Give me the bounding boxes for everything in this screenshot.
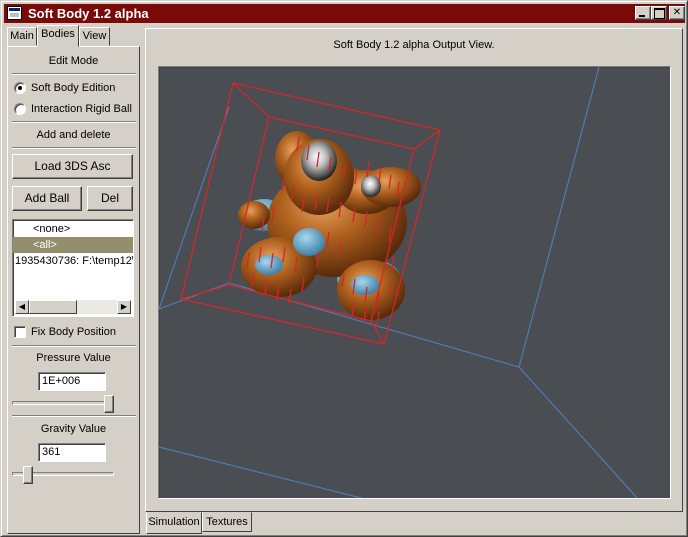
scroll-left-icon[interactable]: ◀ xyxy=(15,300,29,314)
divider xyxy=(12,147,136,149)
bodies-panel: Edit Mode Soft Body Edition Interaction … xyxy=(7,46,140,534)
pressure-label: Pressure Value xyxy=(36,352,111,364)
checkbox[interactable] xyxy=(14,326,26,338)
add-ball-button[interactable]: Add Ball xyxy=(12,186,82,211)
divider xyxy=(12,121,136,123)
pressure-slider[interactable] xyxy=(12,395,114,413)
tab-bodies[interactable]: Bodies xyxy=(37,25,79,47)
gravity-value-field[interactable]: 361 xyxy=(38,443,106,462)
maximize-button[interactable] xyxy=(651,6,667,20)
tab-textures[interactable]: Textures xyxy=(202,512,252,532)
output-view-title: Soft Body 1.2 alpha Output View. xyxy=(333,39,495,51)
scroll-right-icon[interactable]: ▶ xyxy=(117,300,131,314)
output-panel: Soft Body 1.2 alpha Output View. xyxy=(145,28,683,512)
gravity-slider[interactable] xyxy=(12,466,114,484)
minimize-button[interactable] xyxy=(635,6,651,20)
add-delete-label: Add and delete xyxy=(36,129,111,141)
close-button[interactable]: ✕ xyxy=(669,6,685,20)
slider-thumb[interactable] xyxy=(104,395,114,413)
slider-thumb[interactable] xyxy=(23,466,33,484)
tab-main[interactable]: Main xyxy=(7,27,37,46)
list-item-none[interactable]: <none> xyxy=(15,221,133,237)
scene-render xyxy=(159,67,639,498)
gravity-label: Gravity Value xyxy=(40,423,107,435)
title-bar[interactable]: Soft Body 1.2 alpha ✕ xyxy=(4,4,685,23)
pressure-value-field[interactable]: 1E+006 xyxy=(38,372,106,391)
divider xyxy=(12,73,136,75)
tab-simulation[interactable]: Simulation xyxy=(146,512,202,534)
3d-viewport[interactable] xyxy=(158,66,671,499)
delete-button[interactable]: Del xyxy=(87,186,133,211)
radio-label: Soft Body Edition xyxy=(31,82,116,94)
list-item-body[interactable]: 1935430736: F:\temp12\ xyxy=(15,253,133,269)
bodies-listbox[interactable]: <none> <all> 1935430736: F:\temp12\ ◀ ▶ xyxy=(12,219,134,317)
radio-button[interactable] xyxy=(14,82,26,94)
edit-mode-label: Edit Mode xyxy=(48,55,99,67)
window-title: Soft Body 1.2 alpha xyxy=(28,6,149,21)
slider-track xyxy=(12,401,114,405)
divider xyxy=(12,415,136,417)
app-window: Soft Body 1.2 alpha ✕ Main Bodies View E… xyxy=(0,0,688,537)
radio-label: Interaction Rigid Ball xyxy=(31,103,132,115)
radio-button[interactable] xyxy=(14,103,26,115)
load-3ds-button[interactable]: Load 3DS Asc xyxy=(12,154,133,179)
checkbox-label: Fix Body Position xyxy=(31,326,116,338)
scroll-thumb[interactable] xyxy=(29,300,77,314)
divider xyxy=(12,345,136,347)
list-item-all[interactable]: <all> xyxy=(13,237,133,253)
tab-view[interactable]: View xyxy=(79,27,110,46)
window-app-icon[interactable] xyxy=(7,6,22,20)
list-horizontal-scrollbar[interactable]: ◀ ▶ xyxy=(15,300,131,314)
close-icon: ✕ xyxy=(672,7,682,18)
